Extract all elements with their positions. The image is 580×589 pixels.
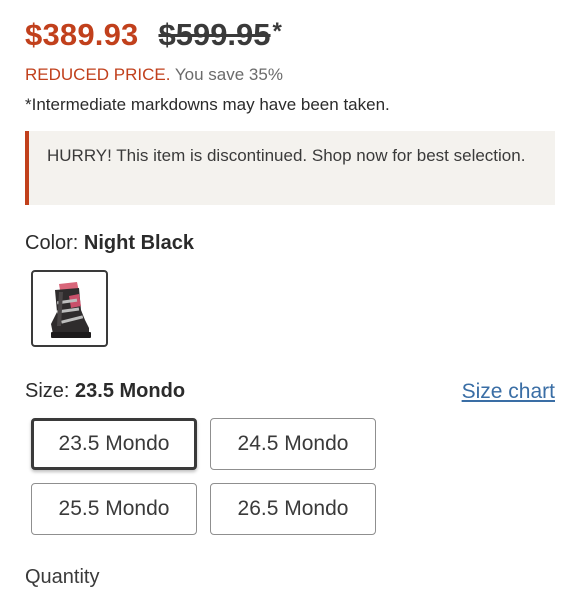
markdown-note: *Intermediate markdowns may have been ta… [25, 95, 390, 114]
price-footnote-asterisk: * [272, 18, 282, 45]
discount-line: REDUCED PRICE. You save 35% [25, 65, 283, 85]
color-swatch-night-black[interactable] [31, 270, 108, 347]
color-label-prefix: Color: [25, 232, 79, 254]
savings-text: You save 35% [174, 65, 283, 84]
size-option-24-5[interactable]: 24.5 Mondo [210, 418, 376, 470]
discontinued-alert: HURRY! This item is discontinued. Shop n… [25, 131, 555, 205]
color-label: Color: Night Black [25, 232, 194, 255]
size-option-26-5[interactable]: 26.5 Mondo [210, 483, 376, 535]
size-label: Size: 23.5 Mondo [25, 380, 185, 403]
quantity-label: Quantity [25, 566, 100, 588]
size-option-23-5[interactable]: 23.5 Mondo [31, 418, 197, 470]
size-label-prefix: Size: [25, 380, 70, 402]
size-value: 23.5 Mondo [75, 380, 186, 402]
reduced-price-label: REDUCED PRICE. [25, 65, 171, 84]
alert-text: HURRY! This item is discontinued. Shop n… [47, 146, 526, 165]
original-price: $599.95 [158, 17, 271, 52]
size-option-25-5[interactable]: 25.5 Mondo [31, 483, 197, 535]
color-value: Night Black [83, 232, 194, 254]
price-row: $389.93 $599.95 * [25, 17, 282, 53]
size-chart-link[interactable]: Size chart [462, 380, 555, 404]
ski-boot-image [50, 281, 91, 338]
current-price: $389.93 [25, 17, 139, 52]
